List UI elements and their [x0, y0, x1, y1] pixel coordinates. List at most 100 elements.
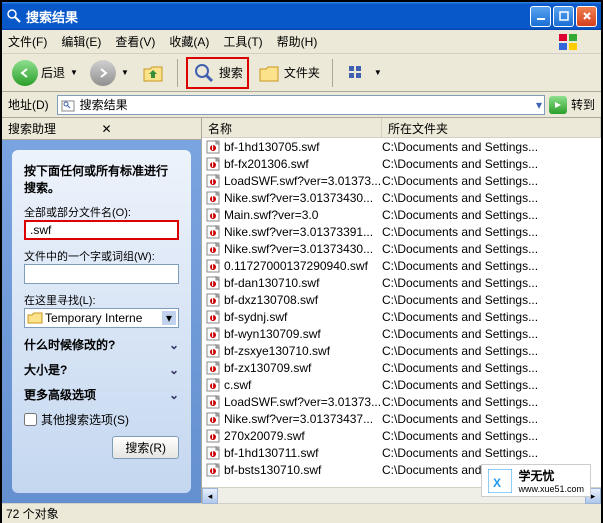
back-dropdown-icon[interactable]: ▼	[70, 68, 78, 77]
file-row[interactable]: fMain.swf?ver=3.0C:\Documents and Settin…	[202, 206, 601, 223]
toolbar-separator-2	[332, 59, 333, 87]
back-icon	[12, 60, 38, 86]
file-row[interactable]: f0.11727000137290940.swfC:\Documents and…	[202, 257, 601, 274]
swf-file-icon: f	[206, 191, 222, 205]
address-dropdown-icon[interactable]: ▾	[536, 98, 542, 112]
file-folder: C:\Documents and Settings...	[382, 191, 601, 205]
file-row[interactable]: fbf-dan130710.swfC:\Documents and Settin…	[202, 274, 601, 291]
search-button[interactable]: 搜索	[192, 58, 243, 88]
file-folder: C:\Documents and Settings...	[382, 378, 601, 392]
file-name: Nike.swf?ver=3.01373391...	[224, 225, 382, 239]
word-input[interactable]	[24, 264, 179, 284]
menu-file[interactable]: 文件(F)	[8, 33, 47, 50]
up-button[interactable]	[137, 58, 169, 88]
file-row[interactable]: fNike.swf?ver=3.01373437...C:\Documents …	[202, 410, 601, 427]
address-label: 地址(D)	[8, 96, 49, 113]
file-row[interactable]: f270x20079.swfC:\Documents and Settings.…	[202, 427, 601, 444]
minimize-button[interactable]	[530, 6, 551, 27]
file-name: Nike.swf?ver=3.01373437...	[224, 412, 382, 426]
search-button-highlight: 搜索	[186, 57, 249, 89]
chevron-down-icon: ⌄	[169, 363, 179, 377]
file-name: bf-1hd130711.swf	[224, 446, 382, 460]
menu-edit[interactable]: 编辑(E)	[61, 33, 101, 50]
file-name: bf-zx130709.swf	[224, 361, 382, 375]
folder-icon	[27, 311, 43, 325]
addressbar: 地址(D) 搜索结果 ▾ 转到	[2, 92, 601, 118]
go-icon	[549, 96, 567, 114]
file-row[interactable]: fbf-zx130709.swfC:\Documents and Setting…	[202, 359, 601, 376]
close-button[interactable]	[576, 6, 597, 27]
file-name: bf-1hd130705.swf	[224, 140, 382, 154]
address-icon	[60, 97, 76, 113]
when-modified-expander[interactable]: 什么时候修改的? ⌄	[24, 336, 179, 353]
swf-file-icon: f	[206, 446, 222, 460]
menu-favorites[interactable]: 收藏(A)	[169, 33, 209, 50]
address-input[interactable]: 搜索结果 ▾	[57, 95, 545, 115]
file-row[interactable]: fLoadSWF.swf?ver=3.01373...C:\Documents …	[202, 172, 601, 189]
file-folder: C:\Documents and Settings...	[382, 344, 601, 358]
filename-label: 全部或部分文件名(O):	[24, 207, 131, 219]
file-folder: C:\Documents and Settings...	[382, 446, 601, 460]
file-row[interactable]: fbf-dxz130708.swfC:\Documents and Settin…	[202, 291, 601, 308]
folders-label: 文件夹	[284, 64, 320, 81]
file-folder: C:\Documents and Settings...	[382, 327, 601, 341]
file-folder: C:\Documents and Settings...	[382, 361, 601, 375]
chevron-down-icon: ⌄	[169, 338, 179, 352]
windows-logo-icon	[557, 32, 581, 52]
file-row[interactable]: fbf-fx201306.swfC:\Documents and Setting…	[202, 155, 601, 172]
file-folder: C:\Documents and Settings...	[382, 174, 601, 188]
file-row[interactable]: fNike.swf?ver=3.01373430...C:\Documents …	[202, 240, 601, 257]
file-name: bf-zsxye130710.swf	[224, 344, 382, 358]
file-row[interactable]: fbf-1hd130705.swfC:\Documents and Settin…	[202, 138, 601, 155]
views-icon	[345, 61, 369, 85]
file-row[interactable]: fbf-wyn130709.swfC:\Documents and Settin…	[202, 325, 601, 342]
status-text: 72 个对象	[6, 505, 59, 522]
lookin-dropdown-icon[interactable]: ▾	[162, 311, 176, 325]
forward-dropdown-icon[interactable]: ▼	[121, 68, 129, 77]
go-button[interactable]: 转到	[549, 96, 595, 114]
file-name: 0.11727000137290940.swf	[224, 259, 382, 273]
folders-button[interactable]: 文件夹	[253, 58, 324, 88]
swf-file-icon: f	[206, 276, 222, 290]
file-folder: C:\Documents and Settings...	[382, 242, 601, 256]
search-label: 搜索	[219, 64, 243, 81]
maximize-button[interactable]	[553, 6, 574, 27]
window-controls	[530, 6, 597, 27]
file-row[interactable]: fc.swfC:\Documents and Settings...	[202, 376, 601, 393]
titlebar: 搜索结果	[2, 2, 601, 30]
forward-button[interactable]: ▼	[86, 58, 133, 88]
file-row[interactable]: fbf-zsxye130710.swfC:\Documents and Sett…	[202, 342, 601, 359]
menu-view[interactable]: 查看(V)	[115, 33, 155, 50]
views-dropdown-icon[interactable]: ▼	[374, 68, 382, 77]
swf-file-icon: f	[206, 259, 222, 273]
scroll-left-icon[interactable]: ◂	[202, 488, 218, 504]
search-submit-button[interactable]: 搜索(R)	[112, 436, 179, 459]
column-folder[interactable]: 所在文件夹	[382, 118, 601, 137]
watermark: X 学无忧 www.xue51.com	[481, 464, 591, 497]
lookin-select[interactable]: Temporary Interne ▾	[24, 308, 179, 328]
word-label: 文件中的一个字或词组(W):	[24, 251, 155, 263]
file-row[interactable]: fNike.swf?ver=3.01373430...C:\Documents …	[202, 189, 601, 206]
menu-help[interactable]: 帮助(H)	[277, 33, 318, 50]
other-options-checkbox[interactable]	[24, 413, 37, 426]
size-expander[interactable]: 大小是? ⌄	[24, 361, 179, 378]
svg-text:X: X	[493, 476, 501, 490]
file-row[interactable]: fLoadSWF.swf?ver=3.01373...C:\Documents …	[202, 393, 601, 410]
file-folder: C:\Documents and Settings...	[382, 140, 601, 154]
search-heading: 按下面任何或所有标准进行搜索。	[24, 162, 179, 196]
column-name[interactable]: 名称	[202, 118, 382, 137]
menu-tools[interactable]: 工具(T)	[223, 33, 262, 50]
views-button[interactable]: ▼	[341, 58, 386, 88]
file-name: LoadSWF.swf?ver=3.01373...	[224, 174, 382, 188]
column-headers: 名称 所在文件夹	[202, 118, 601, 138]
sidebar-close-icon[interactable]: ✕	[102, 122, 196, 136]
file-folder: C:\Documents and Settings...	[382, 276, 601, 290]
back-button[interactable]: 后退 ▼	[8, 58, 82, 88]
file-row[interactable]: fbf-1hd130711.swfC:\Documents and Settin…	[202, 444, 601, 461]
sidebar-header: 搜索助理 ✕	[2, 118, 201, 140]
other-options-row[interactable]: 其他搜索选项(S)	[24, 411, 179, 428]
file-row[interactable]: fNike.swf?ver=3.01373391...C:\Documents …	[202, 223, 601, 240]
filename-input[interactable]	[24, 220, 179, 240]
more-options-expander[interactable]: 更多高级选项 ⌄	[24, 386, 179, 403]
file-row[interactable]: fbf-sydnj.swfC:\Documents and Settings..…	[202, 308, 601, 325]
